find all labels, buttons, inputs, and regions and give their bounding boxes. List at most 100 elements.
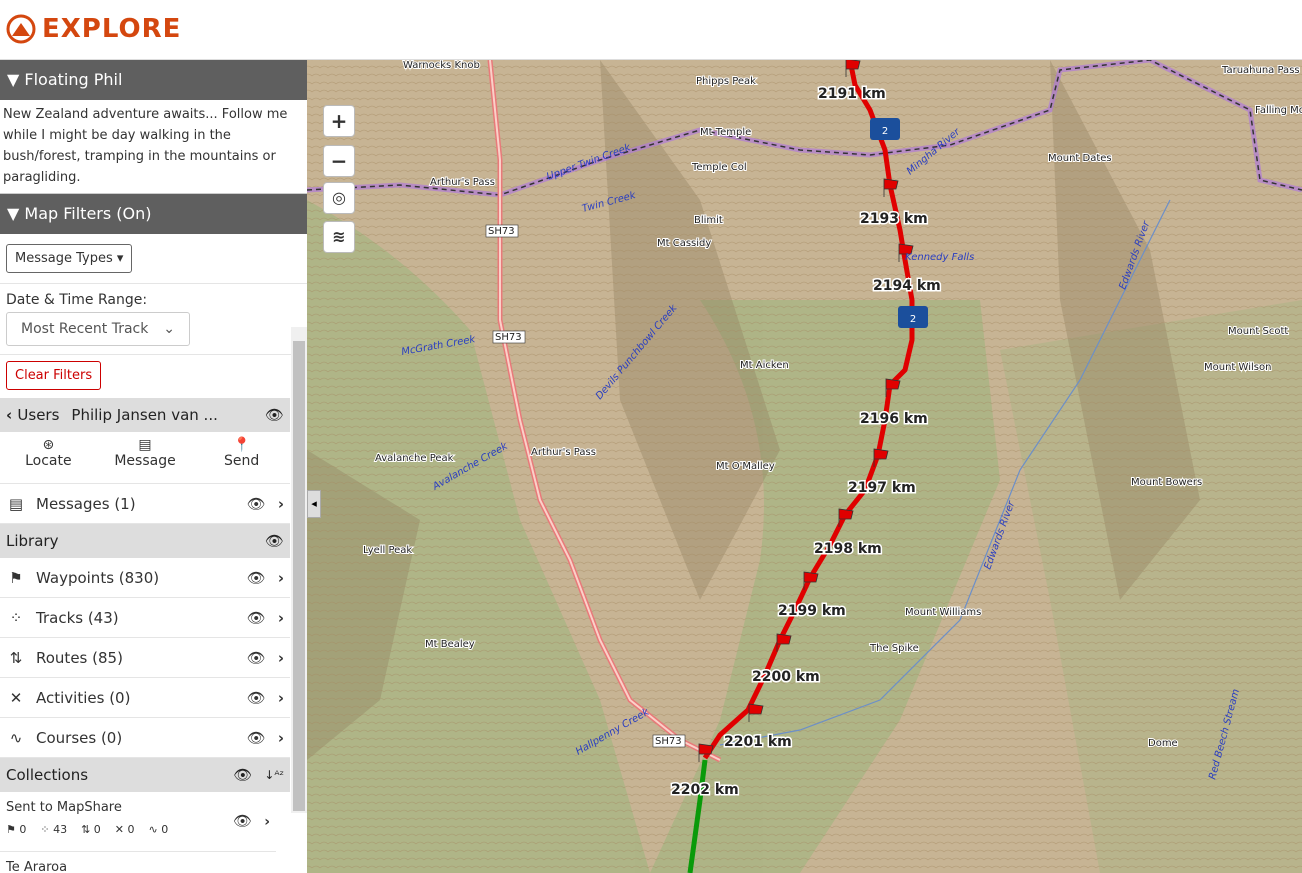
- chevron-right-icon[interactable]: ›: [278, 729, 284, 747]
- collections-header: Collections 👁 ↓ᴬᶻ: [0, 758, 290, 792]
- flag-icon: ⚑ 0: [6, 823, 27, 836]
- course-icon: ∿: [9, 728, 23, 747]
- map[interactable]: 2 2 2191 km 2193 km 2194 km 2196 km 2197 km 2…: [307, 60, 1302, 873]
- library-item-courses[interactable]: ∿ Courses (0) 👁 ›: [0, 718, 290, 758]
- eye-icon[interactable]: 👁: [247, 649, 266, 667]
- collection-name: Te Araroa: [6, 860, 68, 873]
- place-label: Arthur's Pass: [531, 447, 596, 458]
- zoom-in-button[interactable]: +: [323, 105, 355, 137]
- item-label: Tracks (43): [36, 608, 119, 627]
- km-label: 2200 km: [752, 669, 820, 685]
- eye-icon[interactable]: 👁: [247, 569, 266, 587]
- place-label: Mt Temple: [700, 127, 751, 138]
- collection-item[interactable]: Sent to MapShare ⚑ 0 ⁘ 43 ⇅ 0 ✕ 0 ∿ 0 👁 ›: [0, 792, 276, 852]
- km-label: 2196 km: [860, 411, 928, 427]
- place-label: Lyell Peak: [363, 545, 412, 556]
- map-canvas[interactable]: 2 2 2191 km 2193 km 2194 km 2196 km 2197 km 2…: [307, 60, 1302, 873]
- locate-button[interactable]: ⊛ Locate: [0, 432, 97, 483]
- library-title: Library: [6, 532, 59, 550]
- layers-icon: ≋: [332, 227, 346, 246]
- sidebar: ▼ Floating Phil New Zealand adventure aw…: [0, 60, 307, 873]
- send-button[interactable]: 📍 Send: [193, 432, 290, 483]
- km-label: 2191 km: [818, 86, 886, 102]
- eye-icon[interactable]: 👁: [233, 812, 252, 830]
- road-label: SH73: [488, 226, 515, 237]
- eye-icon[interactable]: 👁: [233, 766, 252, 784]
- profile-description: New Zealand adventure awaits... Follow m…: [0, 100, 307, 194]
- messages-row[interactable]: ▤ Messages (1) 👁 ›: [0, 484, 290, 524]
- place-label: Mt Bealey: [425, 639, 475, 650]
- users-label: Users: [17, 406, 60, 424]
- item-label: Courses (0): [36, 728, 123, 747]
- road-label: SH73: [655, 736, 682, 747]
- chevron-right-icon[interactable]: ›: [278, 649, 284, 667]
- message-button[interactable]: ▤ Message: [97, 432, 194, 483]
- sidebar-scrollbar[interactable]: [291, 327, 307, 813]
- date-range-value: Most Recent Track: [21, 321, 149, 337]
- place-label: Mount Scott: [1228, 326, 1288, 337]
- map-filters-header[interactable]: ▼ Map Filters (On): [0, 194, 307, 234]
- km-label: 2201 km: [724, 734, 792, 750]
- eye-icon[interactable]: 👁: [247, 689, 266, 707]
- library-item-routes[interactable]: ⇅ Routes (85) 👁 ›: [0, 638, 290, 678]
- svg-text:2: 2: [910, 314, 916, 325]
- library-header: Library 👁: [0, 524, 290, 558]
- eye-icon[interactable]: 👁: [265, 406, 284, 424]
- zoom-out-button[interactable]: −: [323, 145, 355, 177]
- chevron-right-icon[interactable]: ›: [278, 569, 284, 587]
- chevron-right-icon[interactable]: ›: [278, 609, 284, 627]
- place-label: Avalanche Peak: [375, 453, 454, 464]
- library-item-waypoints[interactable]: ⚑ Waypoints (830) 👁 ›: [0, 558, 290, 598]
- km-label: 2193 km: [860, 211, 928, 227]
- item-label: Routes (85): [36, 648, 123, 667]
- message-icon: ▤: [8, 494, 24, 513]
- person-icon: ✕ 0: [114, 823, 135, 836]
- app-title: EXPLORE: [42, 14, 182, 44]
- km-label: 2202 km: [671, 782, 739, 798]
- profile-header[interactable]: ▼ Floating Phil: [0, 60, 307, 100]
- eye-icon[interactable]: 👁: [265, 532, 284, 550]
- eye-icon[interactable]: 👁: [247, 729, 266, 747]
- message-icon: ▤: [138, 437, 152, 453]
- place-label: Warnocks Knob: [403, 60, 480, 71]
- item-label: Waypoints (830): [36, 568, 160, 587]
- message-cluster[interactable]: 2: [898, 306, 928, 328]
- library-item-activities[interactable]: ✕ Activities (0) 👁 ›: [0, 678, 290, 718]
- km-label: 2199 km: [778, 603, 846, 619]
- collapse-sidebar-button[interactable]: ◂: [307, 490, 321, 518]
- flag-icon: ⚑: [9, 568, 23, 587]
- explore-logo[interactable]: EXPLORE: [6, 14, 181, 44]
- date-range-select[interactable]: Most Recent Track ⌄: [6, 312, 190, 346]
- km-label: 2197 km: [848, 480, 916, 496]
- place-label: Mt Cassidy: [657, 238, 711, 249]
- locate-icon: ⊛: [42, 437, 55, 453]
- clear-filters-button[interactable]: Clear Filters: [6, 361, 102, 390]
- eye-icon[interactable]: 👁: [247, 495, 266, 513]
- place-label: Mt Aicken: [740, 360, 789, 371]
- messages-label: Messages (1): [36, 494, 136, 513]
- place-label: Blimit: [694, 215, 723, 226]
- locate-me-button[interactable]: ◎: [323, 182, 355, 214]
- back-users-button[interactable]: ‹ Users: [6, 406, 59, 424]
- collections-title: Collections: [6, 766, 89, 784]
- chevron-right-icon[interactable]: ›: [264, 814, 270, 830]
- route-icon: ⇅ 0: [81, 823, 101, 836]
- crosshair-icon: ◎: [332, 188, 346, 207]
- place-label: The Spike: [869, 643, 919, 654]
- place-label: Mount Dates: [1048, 153, 1112, 164]
- date-range-label: Date & Time Range:: [6, 292, 148, 308]
- message-cluster[interactable]: 2: [870, 118, 900, 140]
- collection-item[interactable]: Te Araroa 👁›: [0, 852, 276, 873]
- eye-icon[interactable]: 👁: [247, 609, 266, 627]
- message-label: Message: [114, 453, 176, 469]
- layers-button[interactable]: ≋: [323, 221, 355, 253]
- locate-label: Locate: [25, 453, 72, 469]
- chevron-right-icon[interactable]: ›: [278, 495, 284, 513]
- km-label: 2194 km: [873, 278, 941, 294]
- library-item-tracks[interactable]: ⁘ Tracks (43) 👁 ›: [0, 598, 290, 638]
- sort-az-icon[interactable]: ↓ᴬᶻ: [264, 768, 284, 782]
- river-label: Kennedy Falls: [905, 252, 974, 263]
- message-types-dropdown[interactable]: Message Types ▾: [6, 244, 133, 273]
- users-header: ‹ Users Philip Jansen van ... 👁: [0, 398, 290, 432]
- chevron-right-icon[interactable]: ›: [278, 689, 284, 707]
